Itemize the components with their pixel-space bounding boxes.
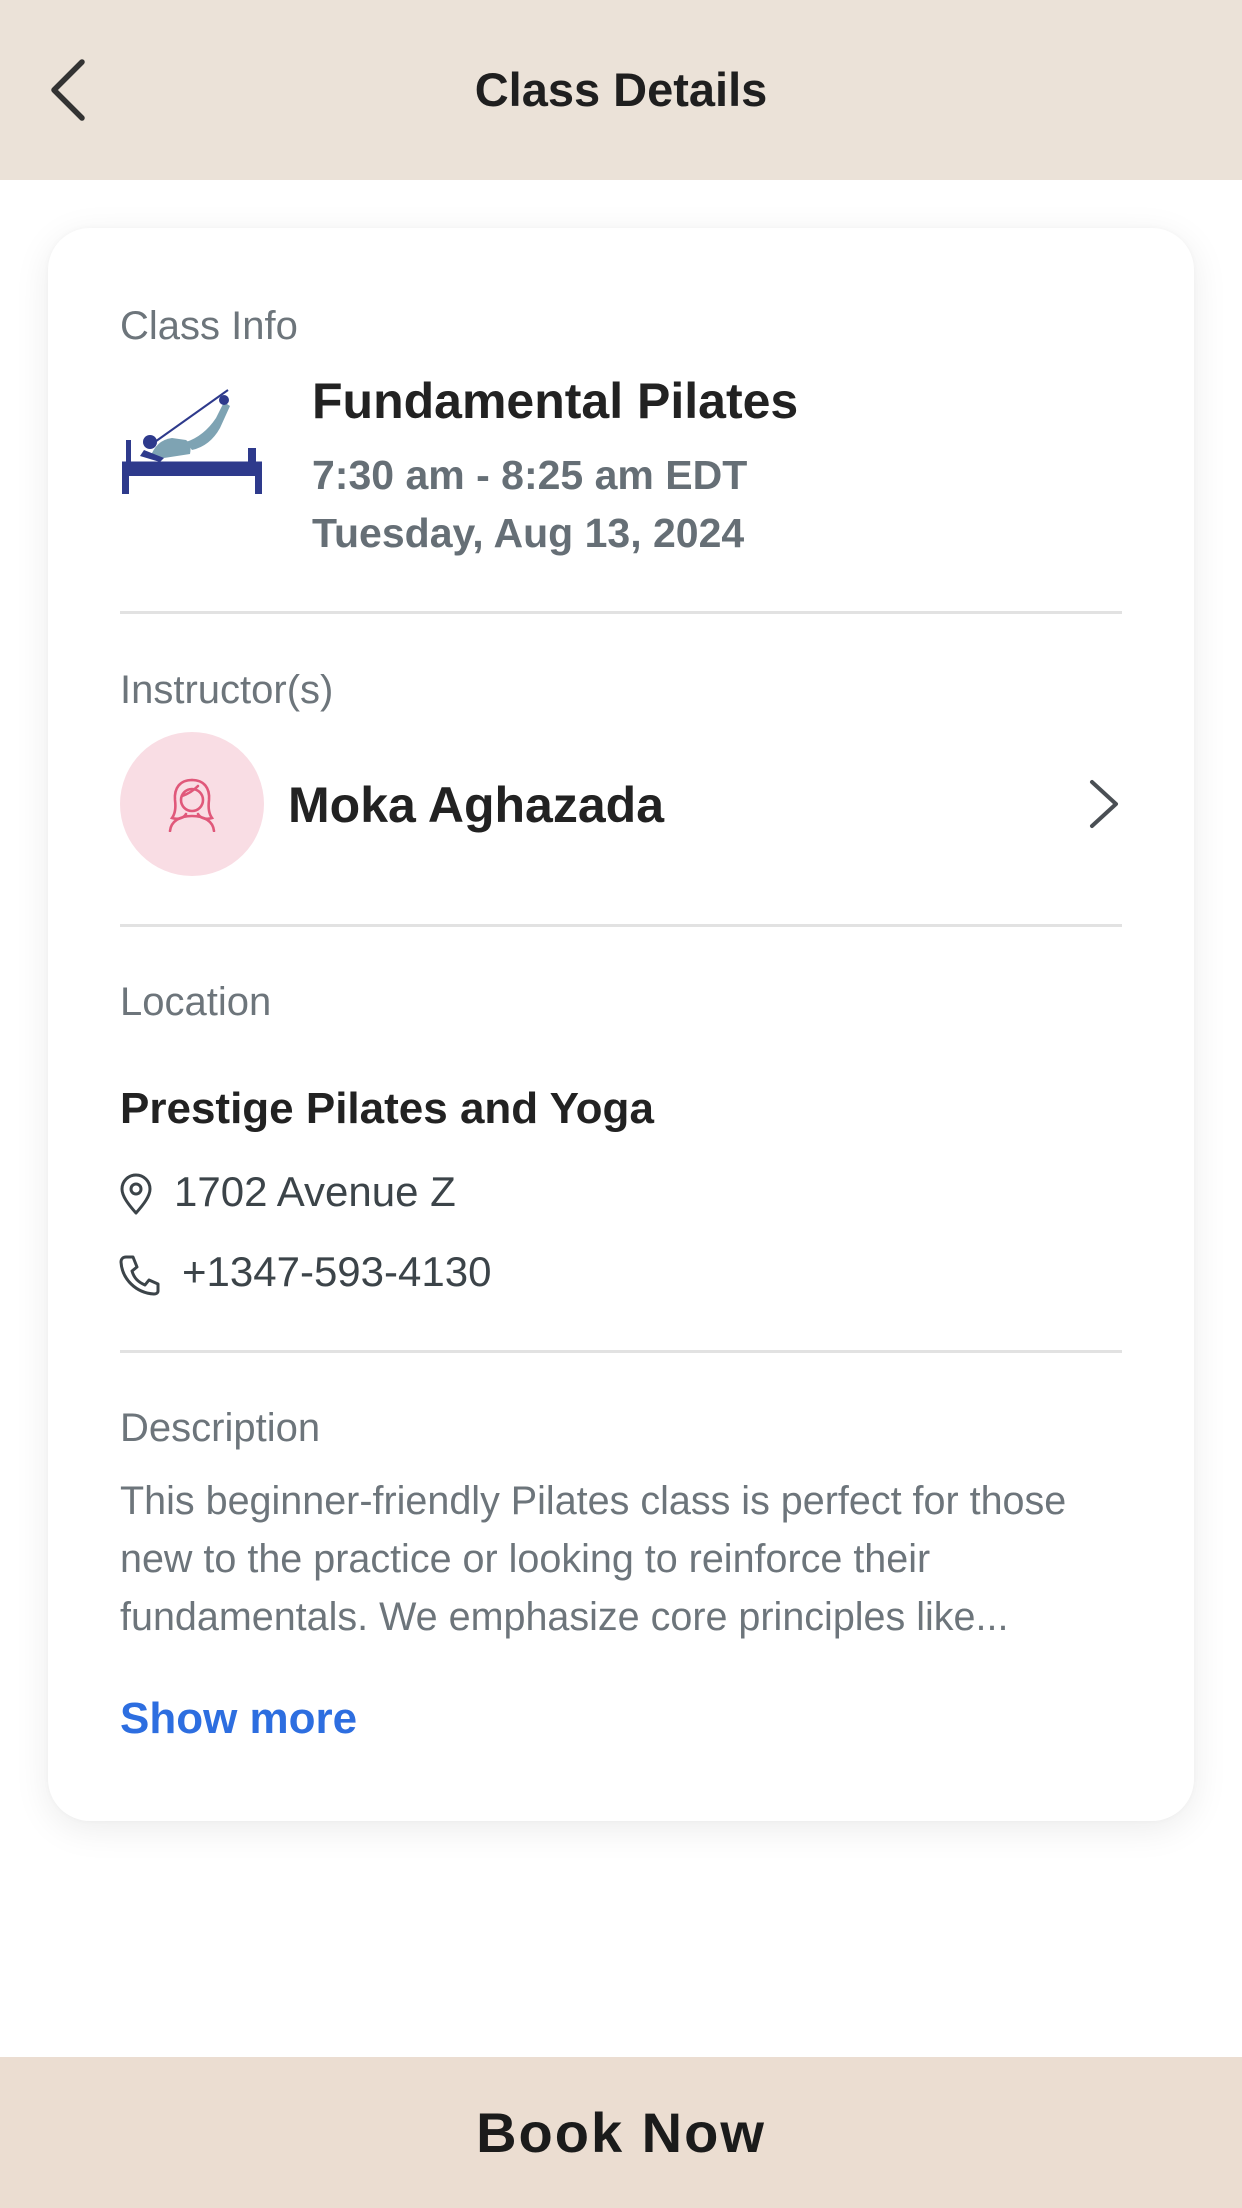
instructor-name: Moka Aghazada xyxy=(288,777,665,833)
book-now-label: Book Now xyxy=(476,2101,766,2164)
top-app-bar: Class Details xyxy=(0,0,1242,180)
class-time: 7:30 am - 8:25 am EDT xyxy=(312,452,748,498)
divider xyxy=(120,611,1122,614)
instructors-label: Instructor(s) xyxy=(120,668,334,712)
divider xyxy=(120,1350,1122,1353)
divider xyxy=(120,924,1122,927)
woman-avatar-icon xyxy=(168,778,216,832)
phone-number[interactable]: +1347-593-4130 xyxy=(182,1248,491,1296)
avatar xyxy=(120,732,264,876)
description-text: This beginner-friendly Pilates class is … xyxy=(120,1479,1067,1639)
class-date: Tuesday, Aug 13, 2024 xyxy=(312,510,745,556)
studio-name: Prestige Pilates and Yoga xyxy=(120,1084,654,1133)
class-name: Fundamental Pilates xyxy=(312,373,799,429)
show-more-link[interactable]: Show more xyxy=(120,1694,357,1744)
map-pin-icon xyxy=(120,1173,152,1215)
pilates-reformer-illustration xyxy=(122,389,262,494)
class-info-label: Class Info xyxy=(120,304,298,348)
instructor-row[interactable]: Moka Aghazada xyxy=(120,732,1122,876)
phone-icon xyxy=(119,1255,160,1296)
page-title: Class Details xyxy=(474,63,768,116)
chevron-right-icon xyxy=(1090,780,1118,828)
description-label: Description xyxy=(120,1406,321,1450)
address-text[interactable]: 1702 Avenue Z xyxy=(174,1168,456,1216)
location-label: Location xyxy=(120,980,272,1024)
book-now-button[interactable]: Book Now xyxy=(0,2057,1242,2208)
